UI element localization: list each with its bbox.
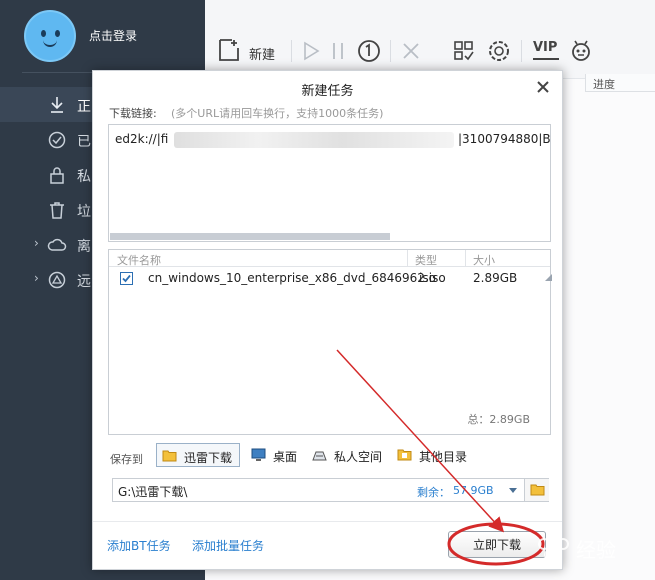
save-option-label: 迅雷下载	[184, 451, 233, 465]
browse-folder-button[interactable]	[524, 479, 549, 501]
trash-icon	[50, 202, 64, 219]
file-checkbox[interactable]	[120, 272, 133, 285]
header-separator	[407, 250, 408, 266]
watermark-text: 经验	[576, 538, 616, 562]
new-task-icon[interactable]	[218, 38, 240, 62]
cloud-icon	[47, 238, 67, 251]
save-option-other-dir[interactable]: 其他目录	[392, 443, 476, 467]
free-space-label: 剩余：	[417, 486, 450, 499]
progress-column-header[interactable]: 进度	[585, 74, 655, 92]
file-size: 2.89GB	[473, 271, 518, 285]
save-option-label: 其他目录	[419, 450, 468, 464]
avatar[interactable]	[24, 10, 76, 62]
sidebar-item-label: 已	[77, 134, 91, 150]
chevron-right-icon[interactable]: ›	[34, 236, 39, 250]
add-batch-task-link[interactable]: 添加批量任务	[192, 537, 264, 554]
folder-icon	[530, 484, 545, 496]
save-path-field[interactable]: G:\迅雷下载\ 剩余： 57.9GB	[112, 478, 549, 502]
close-icon[interactable]	[532, 76, 554, 98]
login-link[interactable]: 点击登录	[89, 27, 137, 44]
file-name: cn_windows_10_enterprise_x86_dvd_6846962…	[148, 271, 446, 285]
folder-icon	[397, 449, 412, 461]
new-task-button[interactable]: 新建	[249, 44, 275, 63]
url-text-prefix: ed2k://|fi	[115, 132, 169, 146]
save-option-desktop[interactable]: 桌面	[246, 443, 306, 467]
toolbar-separator	[521, 40, 522, 62]
watermark-logo: 经验	[530, 522, 650, 570]
url-blurred-region	[174, 132, 454, 148]
save-path: G:\迅雷下载\	[118, 485, 188, 499]
file-total: 总：2.89GB	[467, 413, 530, 426]
avatar-eye-right	[55, 30, 60, 37]
avatar-eye-left	[41, 30, 46, 37]
sidebar-item-label: 离	[77, 239, 91, 255]
delete-icon[interactable]	[401, 41, 421, 61]
toolbar-separator	[390, 40, 391, 62]
sidebar-item-label: 私	[77, 169, 91, 185]
header-divider	[109, 266, 550, 267]
progress-column-label: 进度	[593, 78, 615, 91]
sidebar-item-label: 垃	[77, 204, 91, 220]
private-space-icon	[312, 451, 327, 461]
free-space-value: 57.9GB	[453, 484, 494, 497]
chevron-down-icon[interactable]	[509, 488, 517, 493]
toolbar: 新建 VIP	[205, 0, 655, 78]
url-input[interactable]: ed2k://|fi |3100794880|B	[108, 124, 551, 242]
download-link-label: 下载链接:	[109, 107, 157, 120]
settings-icon[interactable]	[487, 39, 511, 63]
add-bt-task-link[interactable]: 添加BT任务	[107, 537, 171, 554]
remote-icon	[48, 271, 66, 289]
dialog-title: 新建任务	[301, 84, 354, 99]
play-icon[interactable]	[301, 41, 321, 61]
download-link-hint: (多个URL请用回车换行，支持1000条任务)	[171, 107, 384, 120]
save-to-label: 保存到	[110, 453, 143, 466]
lock-icon	[50, 167, 64, 184]
check-circle-icon	[48, 131, 66, 149]
new-task-dialog: 新建任务 下载链接: (多个URL请用回车换行，支持1000条任务) ed2k:…	[92, 70, 563, 570]
save-option-xunlei[interactable]: 迅雷下载	[156, 443, 240, 467]
chevron-right-icon[interactable]: ›	[34, 271, 39, 285]
url-text-suffix: |3100794880|B	[458, 132, 551, 146]
file-list: 文件名称 类型 大小 cn_windows_10_enterprise_x86_…	[108, 249, 552, 435]
save-option-label: 私人空间	[334, 450, 383, 464]
desktop-icon	[251, 448, 266, 461]
vip-label: VIP	[533, 40, 558, 55]
resize-corner-icon	[545, 274, 552, 281]
avatar-mouth	[43, 40, 57, 47]
sidebar-item-label: 正	[77, 99, 91, 115]
checkmark-icon	[122, 274, 131, 283]
sidebar-item-label: 远	[77, 274, 91, 290]
vip-icon[interactable]: VIP	[533, 40, 559, 60]
robot-icon[interactable]	[569, 39, 593, 63]
folder-icon	[162, 450, 177, 462]
pause-icon[interactable]	[331, 41, 345, 61]
save-option-label: 桌面	[273, 450, 298, 464]
footer-divider	[93, 521, 562, 522]
file-type: iso	[419, 271, 436, 285]
toolbar-separator	[291, 40, 292, 62]
one-icon[interactable]	[357, 39, 381, 63]
header-separator	[465, 250, 466, 266]
url-horizontal-scrollbar[interactable]	[110, 233, 390, 240]
grid-icon[interactable]	[453, 40, 475, 62]
save-option-private-space[interactable]: 私人空间	[307, 443, 389, 467]
download-icon	[51, 97, 63, 113]
